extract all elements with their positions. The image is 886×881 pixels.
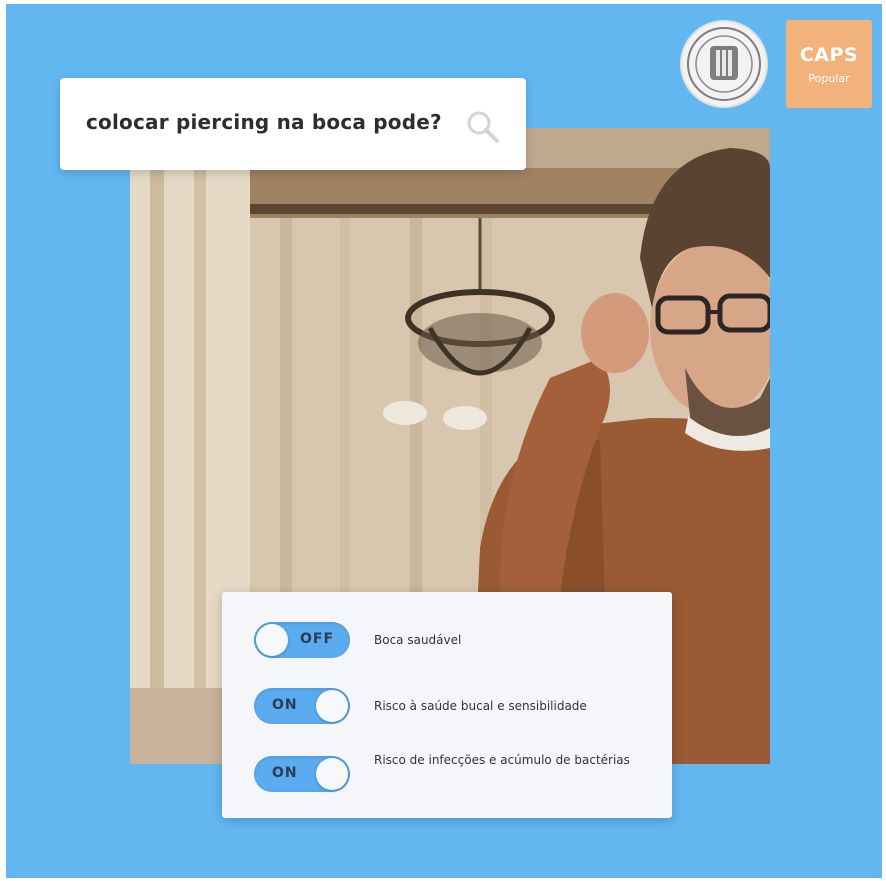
toggle-switch-on[interactable]: ON — [254, 756, 350, 792]
toggle-description: Boca saudável — [374, 633, 462, 647]
magnifier-icon[interactable] — [464, 108, 502, 146]
toggle-description: Risco de infecções e acúmulo de bactéria… — [374, 753, 630, 767]
toggle-panel: OFF Boca saudável ON Risco à saúde bucal… — [222, 592, 672, 818]
toggle-state-label: ON — [272, 765, 298, 781]
university-seal-icon — [687, 27, 761, 101]
toggle-knob[interactable] — [256, 624, 288, 656]
university-seal-logo — [682, 22, 766, 106]
toggle-description: Risco à saúde bucal e sensibilidade — [374, 699, 587, 713]
caps-logo-subtitle: Popular — [808, 72, 850, 85]
post-canvas: colocar piercing na boca pode? CAPS Popu… — [6, 4, 882, 878]
toggle-switch-on[interactable]: ON — [254, 688, 350, 724]
toggle-state-label: ON — [272, 697, 298, 713]
search-query: colocar piercing na boca pode? — [86, 110, 442, 134]
toggle-state-label: OFF — [300, 631, 335, 647]
toggle-knob[interactable] — [316, 758, 348, 790]
caps-logo: CAPS Popular — [786, 20, 872, 108]
caps-logo-title: CAPS — [799, 44, 859, 66]
toggle-row-oral-risk: ON Risco à saúde bucal e sensibilidade — [254, 688, 654, 728]
toggle-switch-off[interactable]: OFF — [254, 622, 350, 658]
search-box[interactable]: colocar piercing na boca pode? — [60, 78, 526, 170]
toggle-row-healthy-mouth: OFF Boca saudável — [254, 622, 654, 662]
toggle-row-infection-risk: ON Risco de infecções e acúmulo de bacté… — [254, 753, 654, 804]
toggle-knob[interactable] — [316, 690, 348, 722]
